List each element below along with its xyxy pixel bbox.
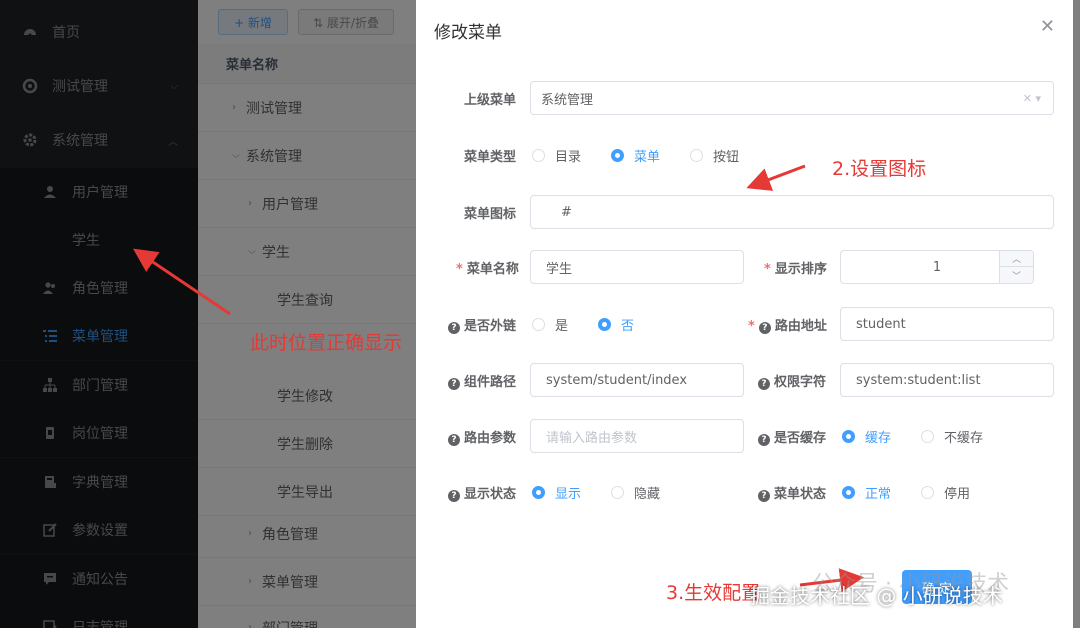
- watermark: 掘金技术社区 @ 小研说技术: [750, 584, 1003, 608]
- visible-row: ? 显示状态: [448, 475, 516, 509]
- radio-disabled[interactable]: 停用: [921, 483, 970, 502]
- stepper-up-icon[interactable]: ︿: [999, 251, 1033, 267]
- external-link-label: 是否外链: [464, 318, 517, 334]
- permission-input[interactable]: system:student:list: [840, 363, 1054, 397]
- component-path-row: ? 组件路径: [448, 363, 516, 397]
- radio-no-cache[interactable]: 不缓存: [921, 427, 983, 446]
- question-icon[interactable]: ?: [448, 433, 460, 446]
- permission-row: ? 权限字符: [758, 363, 826, 397]
- menu-icon-label: 菜单图标: [464, 206, 517, 222]
- menu-name-input[interactable]: 学生: [530, 250, 744, 284]
- question-icon[interactable]: ?: [758, 489, 770, 502]
- question-icon[interactable]: ?: [448, 321, 460, 334]
- menu-status-radio-group: 正常 停用: [842, 475, 1000, 509]
- radio-external-yes[interactable]: 是: [532, 315, 568, 334]
- route-path-label: 路由地址: [774, 318, 827, 334]
- menu-type-radio-group: 目录 菜单 按钮: [532, 138, 769, 172]
- dialog-title: 修改菜单: [434, 23, 502, 43]
- radio-normal[interactable]: 正常: [842, 483, 891, 502]
- question-icon[interactable]: ?: [758, 321, 771, 334]
- display-order-row: * 显示排序: [764, 261, 827, 277]
- permission-label: 权限字符: [774, 374, 827, 390]
- parent-menu-select[interactable]: 系统管理 ✕ ▾: [530, 81, 1054, 115]
- question-icon[interactable]: ?: [758, 433, 770, 446]
- radio-directory[interactable]: 目录: [532, 146, 581, 165]
- menu-icon-input[interactable]: #: [530, 195, 1054, 229]
- menu-name-label: 菜单名称: [466, 261, 519, 277]
- component-path-input[interactable]: system/student/index: [530, 363, 744, 397]
- radio-button[interactable]: 按钮: [690, 146, 739, 165]
- cache-label: 是否缓存: [774, 430, 827, 446]
- menu-name-row: * 菜单名称: [456, 261, 519, 277]
- route-path-row: *? 路由地址: [748, 318, 827, 334]
- radio-menu[interactable]: 菜单: [611, 146, 660, 165]
- external-link-radio-group: 是 否: [532, 307, 664, 341]
- route-query-label: 路由参数: [464, 430, 517, 446]
- menu-type-label: 菜单类型: [464, 149, 517, 165]
- close-icon[interactable]: ✕: [1040, 16, 1055, 37]
- external-link-row: ? 是否外链: [448, 307, 516, 341]
- stepper-down-icon[interactable]: ﹀: [999, 267, 1033, 283]
- route-path-input[interactable]: student: [840, 307, 1054, 341]
- edit-menu-dialog: 修改菜单 ✕ 上级菜单 系统管理 ✕ ▾ 菜单类型 目录 菜单 按钮 菜单图标 …: [416, 0, 1073, 628]
- route-query-input[interactable]: 请输入路由参数: [530, 419, 744, 453]
- menu-type-row: 菜单类型: [464, 138, 516, 172]
- display-order-label: 显示排序: [774, 261, 827, 277]
- question-icon[interactable]: ?: [758, 377, 770, 390]
- component-path-label: 组件路径: [464, 374, 517, 390]
- visible-label: 显示状态: [464, 486, 517, 502]
- annotation-apply-config: 3.生效配置: [666, 582, 761, 604]
- menu-status-label: 菜单状态: [774, 486, 827, 502]
- parent-menu-row: 上级菜单: [464, 81, 516, 115]
- menu-icon-row: 菜单图标: [464, 195, 516, 229]
- clear-chevron-icon[interactable]: ✕ ▾: [1023, 92, 1041, 105]
- menu-status-row: ? 菜单状态: [758, 475, 826, 509]
- radio-cache[interactable]: 缓存: [842, 427, 891, 446]
- route-query-row: ? 路由参数: [448, 419, 516, 453]
- radio-hide[interactable]: 隐藏: [611, 483, 660, 502]
- annotation-set-icon: 2.设置图标: [832, 158, 927, 180]
- question-icon[interactable]: ?: [448, 377, 460, 390]
- cache-radio-group: 缓存 不缓存: [842, 419, 1013, 453]
- cache-row: ? 是否缓存: [758, 419, 826, 453]
- parent-menu-label: 上级菜单: [464, 92, 517, 108]
- annotation-correct-position: 此时位置正确显示: [250, 332, 403, 354]
- display-order-stepper[interactable]: 1 ︿ ﹀: [840, 250, 1034, 284]
- radio-external-no[interactable]: 否: [598, 315, 634, 334]
- question-icon[interactable]: ?: [448, 489, 460, 502]
- visible-radio-group: 显示 隐藏: [532, 475, 690, 509]
- radio-show[interactable]: 显示: [532, 483, 581, 502]
